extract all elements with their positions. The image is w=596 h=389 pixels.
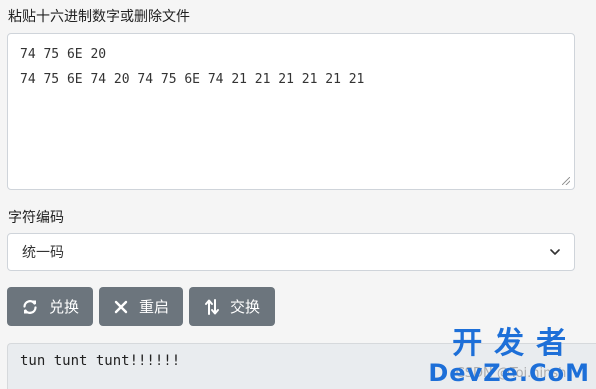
swap-button-label: 交换: [229, 298, 260, 316]
swap-arrows-icon: [204, 298, 220, 316]
convert-button[interactable]: 兑换: [7, 287, 93, 326]
input-label: 粘贴十六进制数字或删除文件: [8, 9, 190, 25]
decoded-output: tun tunt tunt!!!!!!: [7, 343, 596, 389]
swap-button[interactable]: 交换: [189, 287, 275, 326]
refresh-icon: [21, 298, 39, 316]
chevron-down-icon: [550, 247, 560, 257]
reset-button-label: 重启: [139, 298, 170, 316]
close-icon: [113, 299, 129, 315]
encoding-select[interactable]: 统一码: [7, 233, 575, 271]
encoding-selected-value: 统一码: [22, 245, 64, 261]
convert-button-label: 兑换: [49, 298, 80, 316]
reset-button[interactable]: 重启: [99, 287, 183, 326]
encoding-label: 字符编码: [8, 210, 64, 226]
hex-input-textarea[interactable]: 74 75 6E 20 74 75 6E 74 20 74 75 6E 74 2…: [7, 33, 575, 190]
resize-handle[interactable]: [562, 177, 570, 185]
